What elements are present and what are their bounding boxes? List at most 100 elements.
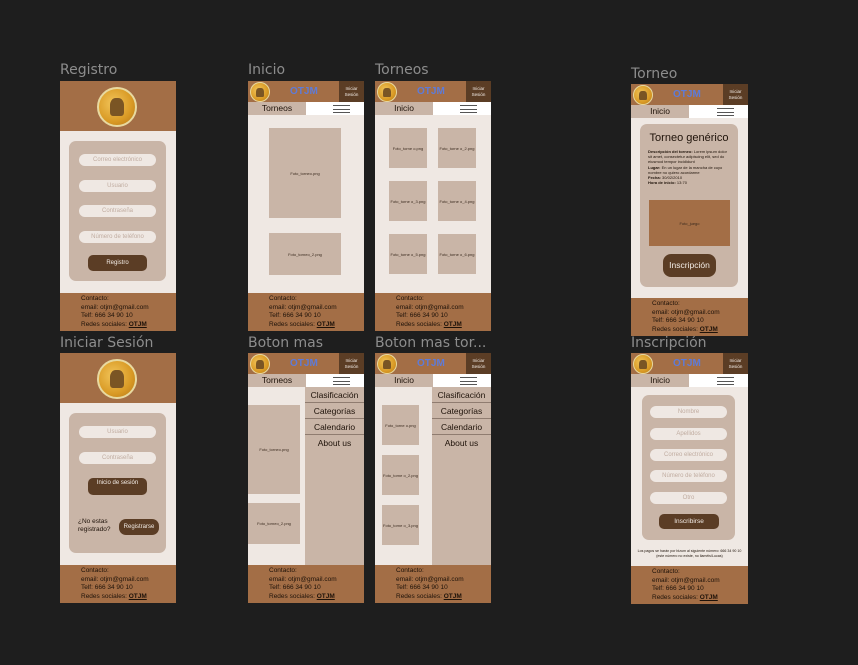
login-button[interactable]: Iniciar Sesión	[466, 81, 491, 102]
brand-title: OTJM	[290, 358, 318, 369]
tab-row: Inicio	[631, 374, 748, 387]
frame-title-registro: Registro	[60, 62, 118, 78]
header: OTJM Iniciar Sesión	[375, 81, 491, 102]
frame-boton-mas: OTJM Iniciar Sesión Torneos Foto_torneo.…	[248, 353, 364, 603]
tab-inicio[interactable]: Inicio	[375, 102, 433, 115]
menu-icon[interactable]	[717, 108, 734, 116]
frame-torneos: OTJM Iniciar Sesión Inicio Foto_torne o.…	[375, 81, 491, 331]
footer-contact: Contacto:	[269, 567, 297, 574]
header-band	[60, 353, 176, 403]
brand-title: OTJM	[417, 358, 445, 369]
footer-email: email: otjm@gmail.com	[652, 576, 720, 584]
login-button[interactable]: Iniciar Sesión	[466, 353, 491, 374]
menu-item-calendario[interactable]: Calendario	[305, 419, 364, 435]
menu-item-categorias[interactable]: Categorías	[305, 403, 364, 419]
tournament-image[interactable]: Foto_torne o_3.png	[382, 505, 419, 545]
footer-phone: Telf: 666 34 90 10	[652, 585, 704, 592]
tournament-card: Torneo genérico Descripción del torneo: …	[640, 124, 738, 287]
tab-inicio[interactable]: Inicio	[631, 374, 689, 387]
social-link[interactable]: OTJM	[317, 593, 335, 600]
hora-label: Hora de inicio:	[648, 180, 676, 186]
menu-item-clasificacion[interactable]: Clasificación	[305, 387, 364, 403]
frame-inicio: OTJM Iniciar Sesión Torneos Foto_torneo.…	[248, 81, 364, 331]
tournament-image[interactable]: Foto_torne o_2.png	[382, 455, 419, 495]
footer-contact: Contacto:	[81, 567, 109, 574]
login-submit-button[interactable]: Inicio de sesión	[88, 478, 147, 495]
frame-boton-mas-tor: OTJM Iniciar Sesión Inicio Foto_torne o.…	[375, 353, 491, 603]
tournament-image[interactable]: Foto_torne o.png	[382, 405, 419, 445]
footer: Contacto: email: otjm@gmail.com Telf: 66…	[631, 566, 748, 604]
frame-iniciar-sesion: Usuario Contraseña Inicio de sesión ¿No …	[60, 353, 176, 603]
footer-email: email: otjm@gmail.com	[269, 303, 337, 311]
footer-email: email: otjm@gmail.com	[269, 575, 337, 583]
footer-social: Redes sociales:	[652, 325, 698, 333]
tab-torneos[interactable]: Torneos	[248, 374, 306, 387]
register-link-button[interactable]: Registrarse	[119, 519, 159, 535]
tournament-image[interactable]: Foto_torne o_5.png	[389, 234, 427, 274]
tournament-image[interactable]: Foto_torne o.png	[389, 128, 427, 168]
frame-title-iniciar-sesion: Iniciar Sesión	[60, 335, 154, 351]
login-button[interactable]: Iniciar Sesión	[723, 84, 748, 105]
menu-item-about[interactable]: About us	[305, 435, 364, 451]
logo	[250, 82, 270, 102]
frame-title-torneos: Torneos	[375, 62, 429, 78]
menu-item-clasificacion[interactable]: Clasificación	[432, 387, 491, 403]
lugar-text: En un lugar de la mancha de cuyo nombre …	[648, 164, 723, 175]
frame-torneo: OTJM Iniciar Sesión Inicio Torneo genéri…	[631, 84, 748, 336]
dropdown-menu: Clasificación Categorías Calendario Abou…	[432, 387, 491, 565]
tournament-image[interactable]: Foto_torneo.png	[269, 128, 341, 218]
tab-row: Torneos	[248, 374, 364, 387]
menu-item-categorias[interactable]: Categorías	[432, 403, 491, 419]
menu-icon[interactable]	[717, 377, 734, 385]
username-field[interactable]: Usuario	[79, 426, 156, 438]
header: OTJM Iniciar Sesión	[375, 353, 491, 374]
tab-torneos[interactable]: Torneos	[248, 102, 306, 115]
footer-contact: Contacto:	[652, 568, 680, 575]
tab-row: Inicio	[375, 374, 491, 387]
username-field[interactable]: Usuario	[79, 180, 156, 192]
tournament-image[interactable]: Foto_torne o_4.png	[438, 181, 476, 221]
tab-inicio[interactable]: Inicio	[631, 105, 689, 118]
tournament-image[interactable]: Foto_torneo_2.png	[248, 503, 300, 544]
menu-icon[interactable]	[460, 377, 477, 385]
inscribirse-button[interactable]: Inscribirse	[659, 514, 719, 529]
register-button[interactable]: Registro	[88, 255, 147, 271]
social-link[interactable]: OTJM	[129, 593, 147, 600]
social-link[interactable]: OTJM	[444, 593, 462, 600]
header: OTJM Iniciar Sesión	[248, 353, 364, 374]
social-link[interactable]: OTJM	[700, 594, 718, 601]
login-button[interactable]: Iniciar Sesión	[339, 81, 364, 102]
surname-field[interactable]: Apellidos	[650, 428, 727, 440]
tab-inicio[interactable]: Inicio	[375, 374, 433, 387]
social-link[interactable]: OTJM	[444, 321, 462, 328]
tournament-image[interactable]: Foto_torneo.png	[248, 405, 300, 494]
password-field[interactable]: Contraseña	[79, 452, 156, 464]
login-button[interactable]: Iniciar Sesión	[723, 353, 748, 374]
email-field[interactable]: Correo electrónico	[650, 449, 727, 461]
footer-contact: Contacto:	[652, 300, 680, 307]
social-link[interactable]: OTJM	[129, 321, 147, 328]
tournament-image[interactable]: Foto_torne o_3.png	[389, 181, 427, 221]
other-field[interactable]: Otro	[650, 492, 727, 504]
inscription-button[interactable]: Inscripción	[663, 254, 716, 277]
tab-row: Inicio	[375, 102, 491, 115]
phone-field[interactable]: Número de teléfono	[650, 470, 727, 482]
footer: Contacto: email: otjm@gmail.com Telf: 66…	[631, 298, 748, 336]
logo	[633, 354, 653, 374]
tournament-image[interactable]: Foto_torne o_2.png	[438, 128, 476, 168]
menu-item-about[interactable]: About us	[432, 435, 491, 451]
menu-icon[interactable]	[333, 105, 350, 113]
menu-icon[interactable]	[333, 377, 350, 385]
email-field[interactable]: Correo electrónico	[79, 154, 156, 166]
social-link[interactable]: OTJM	[700, 326, 718, 333]
menu-icon[interactable]	[460, 105, 477, 113]
name-field[interactable]: Nombre	[650, 406, 727, 418]
menu-item-calendario[interactable]: Calendario	[432, 419, 491, 435]
tournament-image[interactable]: Foto_torne o_6.png	[438, 234, 476, 274]
password-field[interactable]: Contraseña	[79, 205, 156, 217]
logo	[377, 354, 397, 374]
phone-field[interactable]: Número de teléfono	[79, 231, 156, 243]
tournament-image[interactable]: Foto_torneo_2.png	[269, 233, 341, 275]
social-link[interactable]: OTJM	[317, 321, 335, 328]
login-button[interactable]: Iniciar Sesión	[339, 353, 364, 374]
